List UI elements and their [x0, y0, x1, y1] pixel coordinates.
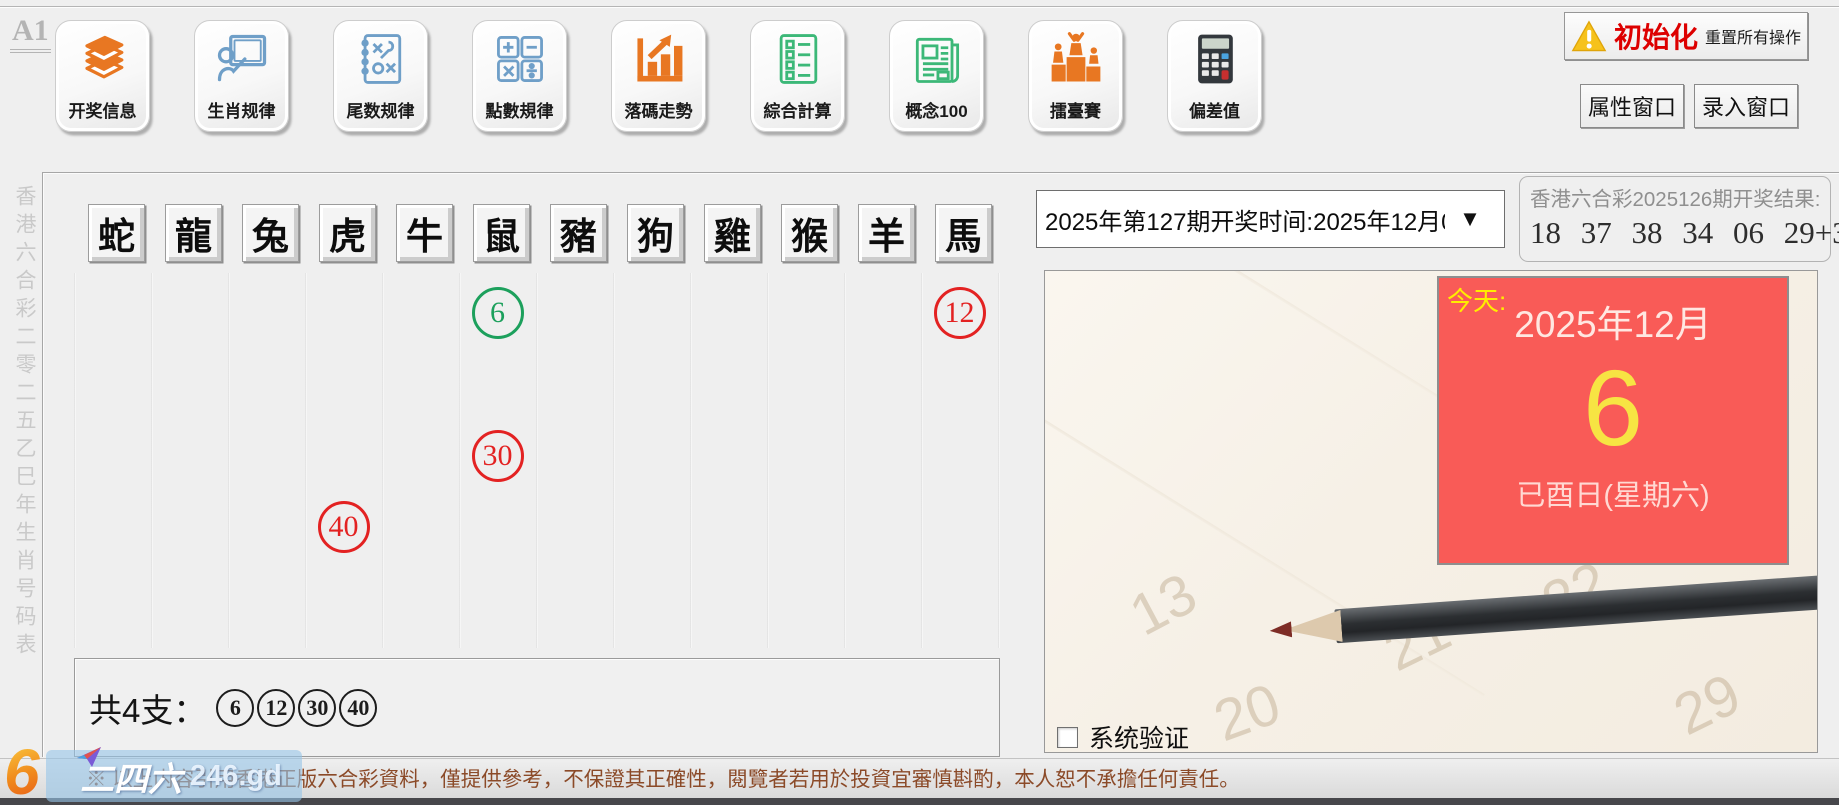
summary-circled-number: 30 [298, 688, 337, 727]
zodiac-key-4[interactable]: 虎 [319, 204, 376, 262]
toolbar-button-strategy[interactable]: 尾数规律 [333, 20, 428, 132]
grid-column-line [459, 273, 461, 648]
result-title: 香港六合彩2025126期开奖结果: [1530, 188, 1821, 211]
zodiac-key-11[interactable]: 羊 [858, 204, 915, 262]
calendar-day-info: 已酉日(星期六) [1516, 480, 1710, 512]
grid-column-line [998, 273, 1000, 648]
number-mark-30: 30 [471, 429, 524, 482]
math-icon [490, 29, 550, 89]
pencil-wood-tip [1283, 610, 1343, 646]
period-combobox[interactable]: 2025年第127期开奖时间:2025年12月06日(星期六) ▼ [1036, 190, 1505, 248]
presenter-icon [212, 29, 272, 89]
calendar-panel: 1320212229 今天: 2025年12月 6 已酉日(星期六) 系统验证 [1044, 270, 1818, 753]
podium-icon [1046, 29, 1106, 89]
toolbar-button-label: 綜合計算 [763, 102, 832, 121]
grid-column-line [767, 273, 769, 648]
side-watermark-text: 香港六合彩二零二五乙巳年生肖号码表 [13, 185, 36, 661]
zodiac-key-8[interactable]: 狗 [627, 204, 684, 262]
grid-column-line [613, 273, 615, 648]
toolbar-button-math[interactable]: 點數規律 [472, 20, 567, 132]
chevron-down-icon[interactable]: ▼ [1445, 206, 1495, 232]
toolbar-button-label: 尾数规律 [346, 102, 415, 121]
toolbar-button-presenter[interactable]: 生肖规律 [194, 20, 289, 132]
toolbar-button-bar-chart[interactable]: 落碼走勢 [611, 20, 706, 132]
zodiac-key-2[interactable]: 龍 [165, 204, 222, 262]
grid-column-line [305, 273, 307, 648]
checkbox-label: 系统验证 [1089, 725, 1190, 753]
zodiac-key-7[interactable]: 豬 [550, 204, 607, 262]
summary-circled-number: 6 [216, 688, 255, 727]
cell-reference: A1 [10, 14, 51, 53]
pencil-lead-point [1269, 621, 1292, 638]
zodiac-key-1[interactable]: 蛇 [88, 204, 145, 262]
number-mark-40: 40 [317, 500, 370, 553]
grid-column-line [921, 273, 923, 648]
warning-icon [1571, 20, 1607, 52]
summary-prefix: 共4支： [89, 691, 207, 729]
bar-chart-icon [629, 29, 689, 89]
strategy-icon [351, 29, 411, 89]
toolbar-button-label: 开奖信息 [68, 102, 137, 121]
zodiac-key-12[interactable]: 馬 [935, 204, 992, 262]
books-icon [73, 29, 133, 89]
initialize-sublabel: 重置所有操作 [1705, 30, 1802, 47]
toolbar-button-podium[interactable]: 擂臺賽 [1028, 20, 1123, 132]
toolbar-button-label: 落碼走勢 [624, 102, 693, 121]
grid-column-line [536, 273, 538, 648]
toolbar-button-label: 擂臺賽 [1050, 102, 1101, 121]
zodiac-key-6[interactable]: 鼠 [473, 204, 530, 262]
calendar-background-number: 13 [1119, 560, 1207, 649]
properties-window-button[interactable]: 属性窗口 [1580, 84, 1684, 128]
number-mark-12: 12 [933, 287, 986, 339]
grid-column-line [151, 273, 153, 648]
checklist-icon [768, 29, 828, 89]
today-date-card: 今天: 2025年12月 6 已酉日(星期六) [1437, 276, 1789, 565]
summary-box: 共4支： 6 12 30 40 [74, 658, 1000, 757]
toolbar-button-label: 偏差值 [1189, 102, 1240, 121]
toolbar-button-books[interactable]: 开奖信息 [55, 20, 150, 132]
site-watermark: 二四六 246.gd [46, 747, 302, 802]
toolbar-button-calculator[interactable]: 偏差值 [1167, 20, 1262, 132]
summary-circled-number: 12 [257, 688, 296, 727]
entry-window-button[interactable]: 录入窗口 [1694, 84, 1798, 128]
grid-column-line [382, 273, 384, 648]
app-window: A1 开奖信息 生肖规律 尾数规律 點數規律 落碼走勢 綜合計算 概念100 擂… [0, 0, 1839, 805]
zodiac-key-9[interactable]: 雞 [704, 204, 761, 262]
grid-column-line [844, 273, 846, 648]
toolbar: 开奖信息 生肖规律 尾数规律 點數規律 落碼走勢 綜合計算 概念100 擂臺賽 [55, 20, 1262, 132]
checkbox-box[interactable] [1057, 726, 1078, 748]
initialize-button[interactable]: 初始化 重置所有操作 [1564, 12, 1808, 60]
initialize-label: 初始化 [1613, 22, 1698, 53]
paper-plane-icon [76, 746, 102, 768]
calendar-day: 6 [1582, 347, 1644, 468]
toolbar-button-label: 生肖规律 [207, 102, 276, 121]
number-mark-6: 6 [471, 287, 524, 339]
toolbar-button-checklist[interactable]: 綜合計算 [750, 20, 845, 132]
toolbar-button-newspaper[interactable]: 概念100 [889, 20, 984, 132]
period-combobox-value: 2025年第127期开奖时间:2025年12月06日(星期六) [1045, 208, 1445, 236]
result-numbers: 18 37 38 34 06 29+39 [1530, 215, 1839, 250]
toolbar-button-label: 概念100 [905, 102, 968, 121]
toolbar-button-label: 點數規律 [485, 102, 554, 121]
calendar-background-number: 29 [1664, 661, 1751, 748]
zodiac-key-3[interactable]: 兔 [242, 204, 299, 262]
menu-separator-line [0, 6, 1839, 7]
site-logo-icon: 6 [4, 736, 40, 805]
system-verify-checkbox[interactable]: 系统验证 [1057, 719, 1190, 753]
grid-column-line [690, 273, 692, 648]
grid-column-line [74, 273, 76, 648]
grid-column-line [228, 273, 230, 648]
newspaper-icon [907, 29, 967, 89]
calculator-icon [1185, 29, 1245, 89]
zodiac-key-5[interactable]: 牛 [396, 204, 453, 262]
result-groupbox: 香港六合彩2025126期开奖结果: 18 37 38 34 06 29+39 [1519, 176, 1839, 262]
summary-circled-number: 40 [339, 688, 378, 727]
watermark-domain: 246.gd [190, 759, 282, 792]
today-label: 今天: [1447, 286, 1507, 316]
zodiac-key-10[interactable]: 猴 [781, 204, 838, 262]
calendar-background-number: 20 [1205, 670, 1289, 753]
summary-numbers: 6 12 30 40 [216, 688, 380, 727]
